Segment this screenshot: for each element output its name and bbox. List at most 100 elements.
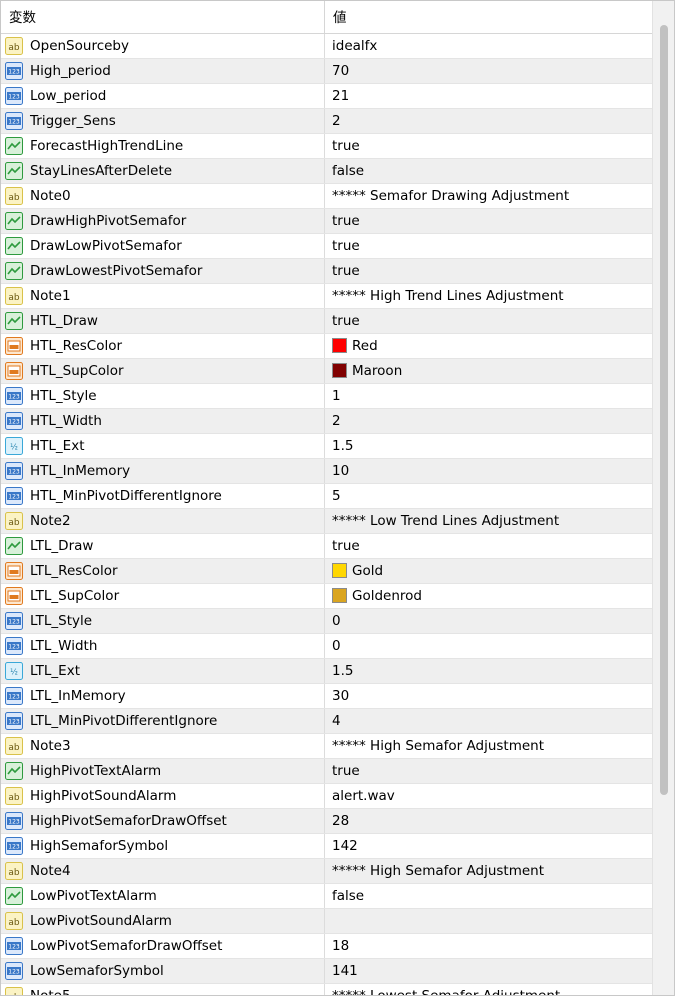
variable-cell[interactable]: 123 LTL_InMemory [1,684,325,708]
table-row[interactable]: DrawHighPivotSemafor true [1,209,652,234]
column-header-value[interactable]: 値 [325,1,652,33]
table-row[interactable]: DrawLowPivotSemafor true [1,234,652,259]
variable-cell[interactable]: 123 LowPivotSemaforDrawOffset [1,934,325,958]
variable-cell[interactable]: ab Note3 [1,734,325,758]
value-cell[interactable]: false [326,159,652,183]
value-cell[interactable]: 10 [326,459,652,483]
variable-cell[interactable]: 123 HTL_MinPivotDifferentIgnore [1,484,325,508]
value-cell[interactable]: true [326,134,652,158]
table-row[interactable]: ½ LTL_Ext 1.5 [1,659,652,684]
value-cell[interactable]: idealfx [326,34,652,58]
value-cell[interactable]: ***** Semafor Drawing Adjustment [326,184,652,208]
value-cell[interactable] [326,909,652,933]
table-row[interactable]: 123 Low_period 21 [1,84,652,109]
table-row[interactable]: ab OpenSourceby idealfx [1,34,652,59]
variable-cell[interactable]: StayLinesAfterDelete [1,159,325,183]
variable-cell[interactable]: 123 LTL_Width [1,634,325,658]
variable-cell[interactable]: ½ LTL_Ext [1,659,325,683]
value-cell[interactable]: Red [326,334,652,358]
value-cell[interactable]: 21 [326,84,652,108]
table-row[interactable]: ½ HTL_Ext 1.5 [1,434,652,459]
value-cell[interactable]: 2 [326,109,652,133]
value-cell[interactable]: false [326,884,652,908]
variable-cell[interactable]: 123 LowSemaforSymbol [1,959,325,983]
value-cell[interactable]: true [326,234,652,258]
vertical-scrollbar[interactable] [652,1,674,995]
variable-cell[interactable]: 123 HighSemaforSymbol [1,834,325,858]
table-row[interactable]: LTL_Draw true [1,534,652,559]
value-cell[interactable]: true [326,259,652,283]
variable-cell[interactable]: 123 LTL_MinPivotDifferentIgnore [1,709,325,733]
scrollbar-thumb[interactable] [660,25,668,795]
table-row[interactable]: ab Note2 ***** Low Trend Lines Adjustment [1,509,652,534]
value-cell[interactable]: 70 [326,59,652,83]
table-row[interactable]: ab Note0 ***** Semafor Drawing Adjustment [1,184,652,209]
value-cell[interactable]: ***** Low Trend Lines Adjustment [326,509,652,533]
table-row[interactable]: 123 Trigger_Sens 2 [1,109,652,134]
value-cell[interactable]: ***** Lowest Semafor Adjustment [326,984,652,995]
variable-cell[interactable]: 123 High_period [1,59,325,83]
table-row[interactable]: HTL_Draw true [1,309,652,334]
variable-cell[interactable]: HTL_SupColor [1,359,325,383]
value-cell[interactable]: 1.5 [326,434,652,458]
table-row[interactable]: HTL_SupColor Maroon [1,359,652,384]
table-row[interactable]: ab LowPivotSoundAlarm [1,909,652,934]
variable-cell[interactable]: 123 HTL_InMemory [1,459,325,483]
value-cell[interactable]: 2 [326,409,652,433]
variable-cell[interactable]: LTL_SupColor [1,584,325,608]
table-row[interactable]: ab Note1 ***** High Trend Lines Adjustment [1,284,652,309]
value-cell[interactable]: Goldenrod [326,584,652,608]
value-cell[interactable]: Gold [326,559,652,583]
value-cell[interactable]: 1 [326,384,652,408]
column-header-variable[interactable]: 変数 [1,1,325,33]
table-row[interactable]: HighPivotTextAlarm true [1,759,652,784]
variable-cell[interactable]: HTL_Draw [1,309,325,333]
table-row[interactable]: ab Note5 ***** Lowest Semafor Adjustment [1,984,652,995]
variable-cell[interactable]: HighPivotTextAlarm [1,759,325,783]
value-cell[interactable]: 5 [326,484,652,508]
variable-cell[interactable]: DrawHighPivotSemafor [1,209,325,233]
table-row[interactable]: 123 LTL_Style 0 [1,609,652,634]
table-row[interactable]: 123 LTL_InMemory 30 [1,684,652,709]
value-cell[interactable]: alert.wav [326,784,652,808]
table-row[interactable]: ab Note3 ***** High Semafor Adjustment [1,734,652,759]
variable-cell[interactable]: ab Note2 [1,509,325,533]
value-cell[interactable]: Maroon [326,359,652,383]
table-row[interactable]: StayLinesAfterDelete false [1,159,652,184]
table-row[interactable]: LowPivotTextAlarm false [1,884,652,909]
variable-cell[interactable]: ab Note5 [1,984,325,995]
value-cell[interactable]: 28 [326,809,652,833]
value-cell[interactable]: 0 [326,609,652,633]
table-row[interactable]: 123 LTL_Width 0 [1,634,652,659]
variable-cell[interactable]: 123 Low_period [1,84,325,108]
variable-cell[interactable]: HTL_ResColor [1,334,325,358]
value-cell[interactable]: true [326,534,652,558]
value-cell[interactable]: 4 [326,709,652,733]
value-cell[interactable]: ***** High Semafor Adjustment [326,734,652,758]
table-row[interactable]: ab Note4 ***** High Semafor Adjustment [1,859,652,884]
value-cell[interactable]: 30 [326,684,652,708]
variable-cell[interactable]: ab HighPivotSoundAlarm [1,784,325,808]
variable-cell[interactable]: 123 HighPivotSemaforDrawOffset [1,809,325,833]
variable-cell[interactable]: 123 Trigger_Sens [1,109,325,133]
variable-cell[interactable]: DrawLowestPivotSemafor [1,259,325,283]
table-row[interactable]: HTL_ResColor Red [1,334,652,359]
variable-cell[interactable]: LTL_Draw [1,534,325,558]
variable-cell[interactable]: 123 HTL_Width [1,409,325,433]
table-row[interactable]: 123 High_period 70 [1,59,652,84]
table-row[interactable]: 123 LTL_MinPivotDifferentIgnore 4 [1,709,652,734]
variable-cell[interactable]: ab Note0 [1,184,325,208]
table-row[interactable]: ForecastHighTrendLine true [1,134,652,159]
value-cell[interactable]: 18 [326,934,652,958]
table-row[interactable]: LTL_ResColor Gold [1,559,652,584]
table-row[interactable]: 123 HighPivotSemaforDrawOffset 28 [1,809,652,834]
variable-cell[interactable]: ForecastHighTrendLine [1,134,325,158]
variable-cell[interactable]: ab OpenSourceby [1,34,325,58]
table-row[interactable]: 123 HighSemaforSymbol 142 [1,834,652,859]
variable-cell[interactable]: LowPivotTextAlarm [1,884,325,908]
value-cell[interactable]: 0 [326,634,652,658]
value-cell[interactable]: true [326,309,652,333]
table-row[interactable]: 123 HTL_MinPivotDifferentIgnore 5 [1,484,652,509]
value-cell[interactable]: ***** High Semafor Adjustment [326,859,652,883]
variable-cell[interactable]: ab Note1 [1,284,325,308]
